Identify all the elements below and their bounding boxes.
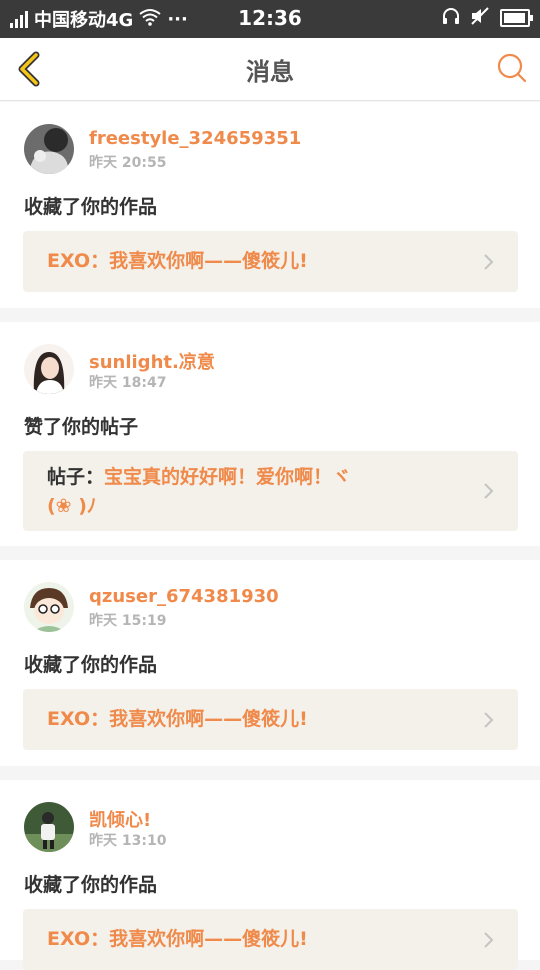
quoted-item[interactable]: EXO：我喜欢你啊——傻筱儿! <box>23 689 518 750</box>
action-text: 赞了你的帖子 <box>24 416 139 438</box>
mute-icon <box>470 7 490 29</box>
quoted-text-line1: 帖子：宝宝真的好好啊！爱你啊！ヾ <box>47 462 351 492</box>
chevron-right-icon <box>484 712 494 728</box>
quoted-item[interactable]: EXO：我喜欢你啊——傻筱儿! <box>23 909 518 970</box>
search-button[interactable] <box>496 52 528 84</box>
message-card[interactable]: sunlight.凉意 昨天 18:47 赞了你的帖子 帖子：宝宝真的好好啊！爱… <box>0 322 540 546</box>
quoted-text: EXO：我喜欢你啊——傻筱儿! <box>47 250 308 272</box>
username[interactable]: qzuser_674381930 <box>89 586 279 607</box>
search-icon <box>497 53 527 83</box>
avatar[interactable] <box>24 124 74 174</box>
status-bar: 中国移动4G ··· 12:36 <box>0 0 540 38</box>
action-text: 收藏了你的作品 <box>24 196 158 218</box>
chevron-right-icon <box>484 254 494 270</box>
chevron-right-icon <box>484 932 494 948</box>
timestamp: 昨天 13:10 <box>89 833 167 849</box>
nav-bar: 消息 <box>0 38 540 101</box>
action-text: 收藏了你的作品 <box>24 654 158 676</box>
quote-label: 帖子： <box>47 466 105 488</box>
quoted-item[interactable]: EXO：我喜欢你啊——傻筱儿! <box>23 231 518 292</box>
timestamp: 昨天 15:19 <box>89 613 167 629</box>
username[interactable]: freestyle_324659351 <box>89 128 301 149</box>
username[interactable]: 凯倾心! <box>89 806 151 832</box>
timestamp: 昨天 20:55 <box>89 155 167 171</box>
page-title: 消息 <box>246 58 294 86</box>
timestamp: 昨天 18:47 <box>89 375 167 391</box>
action-text: 收藏了你的作品 <box>24 874 158 896</box>
message-card[interactable]: 凯倾心! 昨天 13:10 收藏了你的作品 EXO：我喜欢你啊——傻筱儿! <box>0 780 540 970</box>
quote-body: 宝宝真的好好啊！爱你啊！ヾ <box>104 466 352 488</box>
message-card[interactable]: qzuser_674381930 昨天 15:19 收藏了你的作品 EXO：我喜… <box>0 560 540 766</box>
quoted-text: EXO：我喜欢你啊——傻筱儿! <box>47 708 308 730</box>
username[interactable]: sunlight.凉意 <box>89 348 215 374</box>
message-card[interactable]: freestyle_324659351 昨天 20:55 收藏了你的作品 EXO… <box>0 102 540 308</box>
avatar[interactable] <box>24 802 74 852</box>
quoted-item[interactable]: 帖子：宝宝真的好好啊！爱你啊！ヾ (❀ )ﾉ <box>23 451 518 531</box>
headphones-icon <box>442 7 460 29</box>
avatar[interactable] <box>24 344 74 394</box>
quoted-text: EXO：我喜欢你啊——傻筱儿! <box>47 928 308 950</box>
avatar[interactable] <box>24 582 74 632</box>
battery-icon <box>500 9 533 27</box>
chevron-right-icon <box>484 483 494 499</box>
quoted-text-line2: (❀ )ﾉ <box>47 495 97 517</box>
